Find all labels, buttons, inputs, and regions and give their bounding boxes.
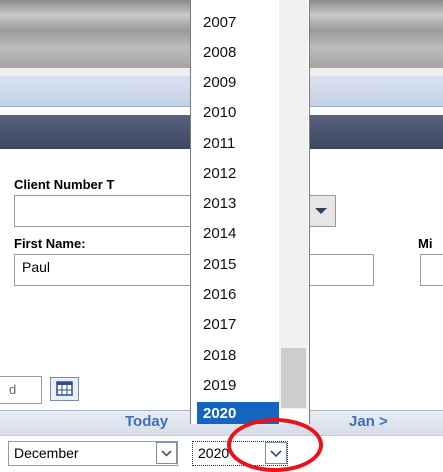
- year-option[interactable]: 2017: [197, 310, 279, 340]
- month-select-arrow[interactable]: [156, 442, 177, 464]
- date-field[interactable]: d: [0, 376, 42, 404]
- year-option[interactable]: 2013: [197, 189, 279, 219]
- client-number-dropdown-button[interactable]: [306, 195, 336, 227]
- first-name-label: First Name:: [14, 236, 86, 251]
- next-month-link[interactable]: Jan >: [349, 413, 388, 430]
- year-option[interactable]: 2015: [197, 250, 279, 280]
- calendar-button[interactable]: [50, 377, 79, 401]
- month-select[interactable]: December: [8, 441, 178, 466]
- chevron-down-icon: [161, 450, 172, 457]
- year-option[interactable]: 2010: [197, 98, 279, 128]
- today-link[interactable]: Today: [125, 413, 168, 430]
- year-option[interactable]: 2018: [197, 341, 279, 371]
- dropdown-scrollbar-thumb[interactable]: [281, 348, 306, 408]
- calendar-icon: [56, 381, 73, 396]
- year-option[interactable]: 2012: [197, 159, 279, 189]
- year-option[interactable]: 2008: [197, 38, 279, 68]
- year-select-value: 2020: [198, 445, 230, 461]
- client-number-label: Client Number T: [14, 177, 115, 192]
- middle-name-label: Mi: [418, 236, 433, 251]
- year-option[interactable]: 2019: [197, 371, 279, 401]
- year-option[interactable]: 2014: [197, 219, 279, 249]
- year-option[interactable]: 2007: [197, 8, 279, 38]
- year-option[interactable]: 2009: [197, 68, 279, 98]
- month-select-value: December: [14, 445, 79, 461]
- year-option[interactable]: 2016: [197, 280, 279, 310]
- year-option[interactable]: 2011: [197, 129, 279, 159]
- triangle-down-icon: [315, 208, 327, 214]
- middle-name-field[interactable]: [420, 254, 443, 286]
- highlight-circle: [227, 418, 323, 472]
